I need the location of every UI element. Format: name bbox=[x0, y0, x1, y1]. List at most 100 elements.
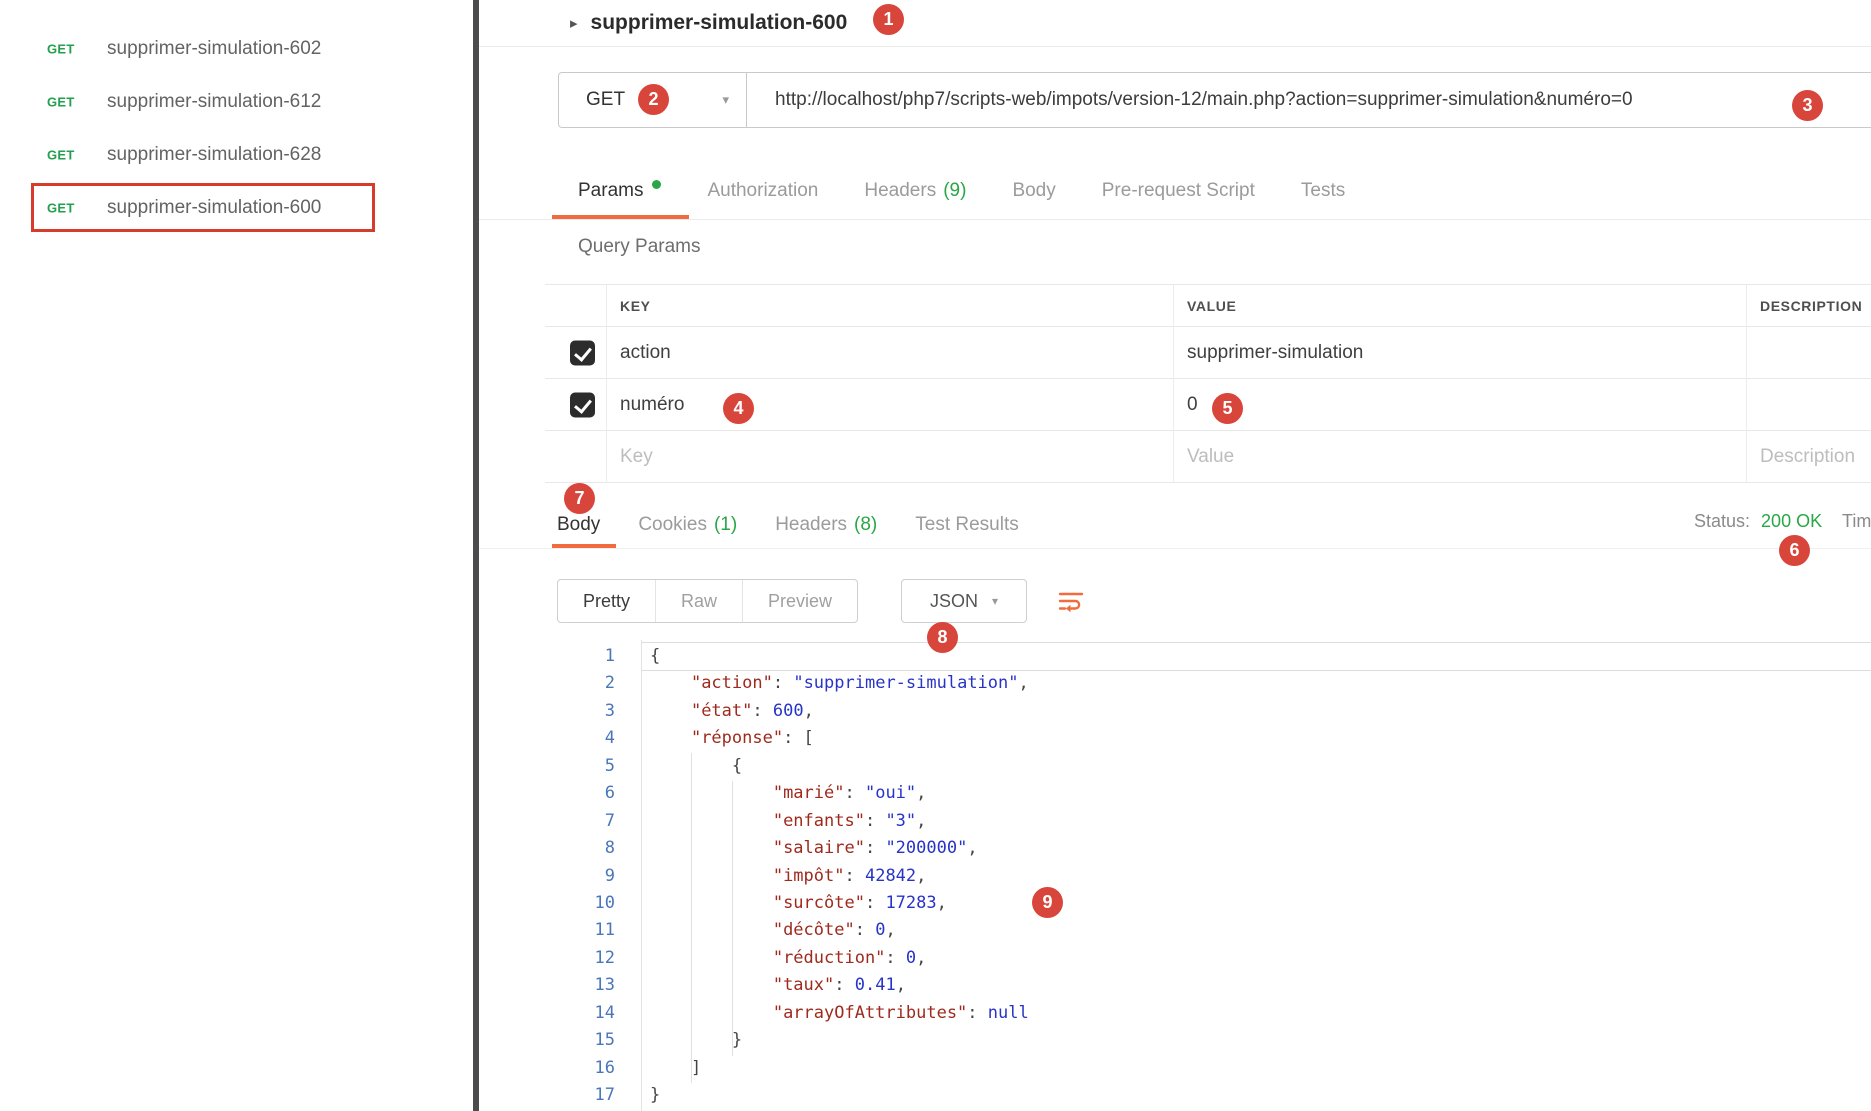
code-text: { bbox=[650, 753, 742, 780]
request-method-label: GET bbox=[47, 147, 75, 162]
line-number: 7 bbox=[479, 808, 615, 835]
code-line: 17} bbox=[479, 1082, 1871, 1109]
tab-tests[interactable]: Tests bbox=[1301, 180, 1345, 202]
line-number: 12 bbox=[479, 945, 615, 972]
method-select[interactable]: GET ▾ bbox=[559, 73, 747, 127]
chevron-down-icon: ▾ bbox=[722, 92, 729, 108]
table-row[interactable]: numéro 0 bbox=[545, 379, 1871, 431]
request-method-label: GET bbox=[47, 200, 75, 215]
tab-label: Test Results bbox=[915, 514, 1018, 536]
line-number: 11 bbox=[479, 917, 615, 944]
tab-test-results[interactable]: Test Results bbox=[915, 514, 1018, 536]
view-mode-pretty[interactable]: Pretty bbox=[558, 580, 655, 622]
url-input[interactable]: http://localhost/php7/scripts-web/impots… bbox=[775, 89, 1633, 111]
request-header: ▸ supprimer-simulation-600 bbox=[570, 0, 847, 46]
tab-label: Params bbox=[578, 180, 643, 202]
code-text: "impôt": 42842, bbox=[650, 863, 926, 890]
divider-line bbox=[479, 46, 1871, 47]
tab-cookies[interactable]: Cookies(1) bbox=[638, 514, 737, 536]
response-body-editor[interactable]: 1{2 "action": "supprimer-simulation",3 "… bbox=[479, 640, 1871, 1111]
sidebar-item-supprimer-simulation-602[interactable]: GETsupprimer-simulation-602 bbox=[0, 22, 473, 75]
code-text: { bbox=[650, 643, 660, 670]
line-number: 8 bbox=[479, 835, 615, 862]
collapse-caret-icon[interactable]: ▸ bbox=[570, 14, 578, 32]
table-row-placeholder[interactable]: KeyValueDescription bbox=[545, 431, 1871, 483]
format-select-value: JSON bbox=[930, 591, 978, 612]
line-number: 14 bbox=[479, 1000, 615, 1027]
code-line: 5 { bbox=[479, 753, 1871, 780]
url-bar: GET ▾ http://localhost/php7/scripts-web/… bbox=[558, 72, 1871, 128]
code-line: 6 "marié": "oui", bbox=[479, 780, 1871, 807]
line-number: 10 bbox=[479, 890, 615, 917]
line-number: 6 bbox=[479, 780, 615, 807]
tab-params[interactable]: Params bbox=[578, 180, 661, 202]
tab-count: (1) bbox=[714, 514, 737, 536]
format-select[interactable]: JSON ▾ bbox=[901, 579, 1027, 623]
column-header-description: DESCRIPTION bbox=[1760, 298, 1862, 314]
code-text: "arrayOfAttributes": null bbox=[650, 1000, 1029, 1027]
code-text: "réponse": [ bbox=[650, 725, 814, 752]
response-status: Status: 200 OK bbox=[1694, 511, 1822, 532]
view-mode-raw[interactable]: Raw bbox=[655, 580, 742, 622]
code-line: 4 "réponse": [ bbox=[479, 725, 1871, 752]
view-mode-preview[interactable]: Preview bbox=[742, 580, 857, 622]
line-number: 16 bbox=[479, 1055, 615, 1082]
param-description-placeholder: Description bbox=[1760, 446, 1855, 468]
tab-headers[interactable]: Headers(9) bbox=[864, 180, 966, 202]
column-header-key: KEY bbox=[620, 298, 651, 314]
code-text: "décôte": 0, bbox=[650, 917, 896, 944]
sidebar-item-supprimer-simulation-628[interactable]: GET supprimer-simulation-628 bbox=[0, 128, 473, 181]
divider-line bbox=[479, 548, 1871, 549]
sidebar-item-supprimer-simulation-600[interactable]: GETsupprimer-simulation-600 bbox=[0, 181, 473, 234]
param-key: numéro bbox=[620, 394, 684, 416]
tab-headers[interactable]: Headers(8) bbox=[775, 514, 877, 536]
code-line: 11 "décôte": 0, bbox=[479, 917, 1871, 944]
param-key: action bbox=[620, 342, 671, 364]
line-number: 4 bbox=[479, 725, 615, 752]
table-header: KEYVALUEDESCRIPTION bbox=[545, 284, 1871, 327]
code-line: 7 "enfants": "3", bbox=[479, 808, 1871, 835]
sidebar-item-supprimer-simulation-612[interactable]: GETsupprimer-simulation-612 bbox=[0, 75, 473, 128]
tab-pre-request-script[interactable]: Pre-request Script bbox=[1102, 180, 1255, 202]
tab-label: Headers bbox=[775, 514, 847, 536]
line-number: 15 bbox=[479, 1027, 615, 1054]
tab-body[interactable]: Body bbox=[557, 514, 600, 536]
tab-label: Headers bbox=[864, 180, 936, 202]
param-value: 0 bbox=[1187, 394, 1198, 416]
tab-label: Body bbox=[1012, 180, 1055, 202]
code-line: 16 ] bbox=[479, 1055, 1871, 1082]
request-title: supprimer-simulation-600 bbox=[591, 11, 848, 35]
code-line: 15 } bbox=[479, 1027, 1871, 1054]
table-row[interactable]: action supprimer-simulation bbox=[545, 327, 1871, 379]
response-tabs: Body Cookies(1) Headers(8) Test Results bbox=[557, 501, 1019, 548]
code-text: "marié": "oui", bbox=[650, 780, 926, 807]
line-number: 5 bbox=[479, 753, 615, 780]
wrap-lines-icon bbox=[1058, 590, 1084, 613]
tab-label: Pre-request Script bbox=[1102, 180, 1255, 202]
wrap-lines-button[interactable] bbox=[1044, 579, 1098, 623]
status-value: 200 OK bbox=[1761, 511, 1822, 531]
code-text: } bbox=[650, 1027, 742, 1054]
line-number: 3 bbox=[479, 698, 615, 725]
method-label: GET bbox=[586, 89, 625, 111]
divider-line bbox=[479, 219, 1871, 220]
checkbox-checked-icon[interactable] bbox=[570, 340, 595, 365]
request-name: supprimer-simulation-628 bbox=[107, 144, 321, 166]
code-line: 10 "surcôte": 17283, bbox=[479, 890, 1871, 917]
tab-body[interactable]: Body bbox=[1012, 180, 1055, 202]
code-line: 9 "impôt": 42842, bbox=[479, 863, 1871, 890]
code-line: 1{ bbox=[479, 643, 1871, 670]
tab-authorization[interactable]: Authorization bbox=[707, 180, 818, 202]
code-text: "salaire": "200000", bbox=[650, 835, 978, 862]
request-name: supprimer-simulation-612 bbox=[107, 91, 321, 113]
code-line: 12 "réduction": 0, bbox=[479, 945, 1871, 972]
param-value: supprimer-simulation bbox=[1187, 342, 1363, 364]
request-name: supprimer-simulation-602 bbox=[107, 38, 321, 60]
chevron-down-icon: ▾ bbox=[992, 594, 998, 608]
code-line: 8 "salaire": "200000", bbox=[479, 835, 1871, 862]
code-text: "état": 600, bbox=[650, 698, 814, 725]
line-number: 9 bbox=[479, 863, 615, 890]
line-number: 2 bbox=[479, 670, 615, 697]
code-line: 13 "taux": 0.41, bbox=[479, 972, 1871, 999]
checkbox-checked-icon[interactable] bbox=[570, 392, 595, 417]
